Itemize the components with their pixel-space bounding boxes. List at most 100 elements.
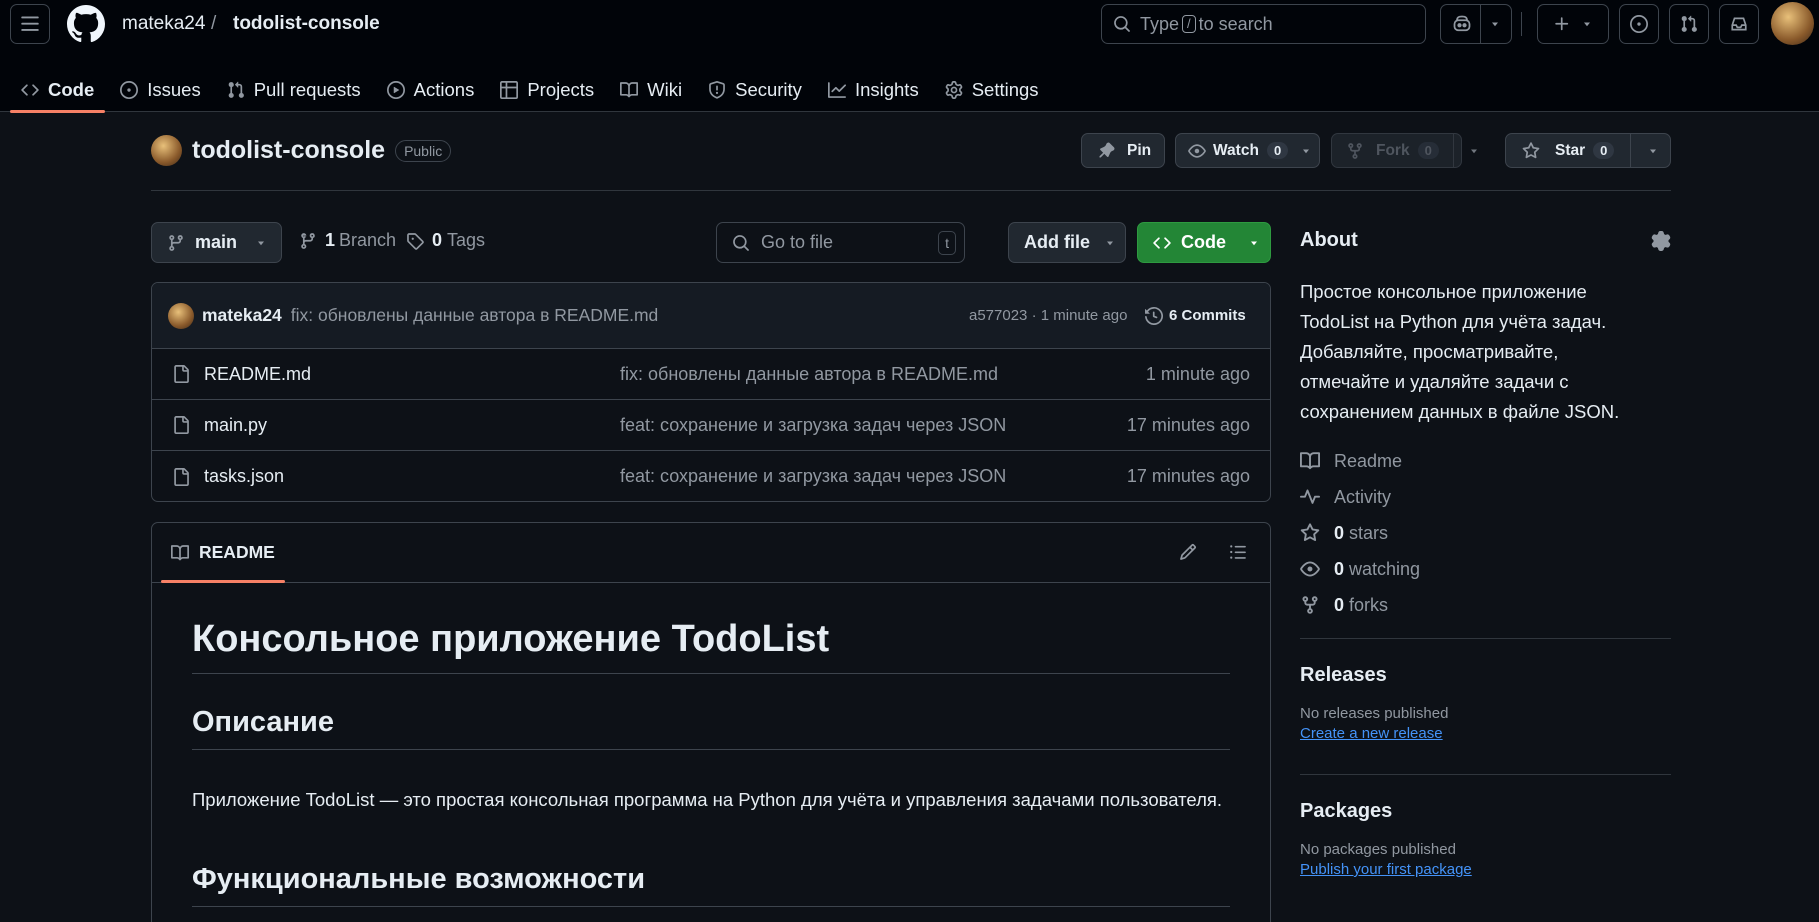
- file-commit-time: 17 minutes ago: [1126, 466, 1250, 486]
- readme-link[interactable]: Readme: [1300, 443, 1672, 479]
- chevron-down-icon: [1107, 241, 1113, 245]
- commit-message[interactable]: fix: обновлены данные автора в README.md: [291, 305, 659, 326]
- branch-count: 1: [325, 230, 336, 250]
- create-release-link[interactable]: Create a new release: [1300, 725, 1672, 742]
- tab-code[interactable]: Code: [10, 67, 106, 113]
- star-label: Star: [1555, 141, 1586, 159]
- inbox-button[interactable]: [1719, 4, 1759, 44]
- fork-count: 0: [1417, 142, 1439, 159]
- watching-link[interactable]: 0 watching: [1300, 551, 1672, 587]
- activity-link-label: Activity: [1334, 486, 1392, 507]
- repo-link[interactable]: todolist-console: [233, 12, 380, 36]
- owner-link[interactable]: mateka24: [122, 12, 205, 36]
- file-name[interactable]: README.md: [204, 364, 311, 385]
- sidebar-divider: [1300, 638, 1671, 639]
- tags-link[interactable]: 0 Tags: [406, 230, 485, 251]
- watch-button[interactable]: Watch 0: [1175, 133, 1320, 168]
- branch-name: main: [195, 232, 238, 252]
- fork-button[interactable]: Fork 0: [1331, 133, 1477, 168]
- pencil-icon: [1180, 544, 1196, 560]
- file-commit-message[interactable]: feat: сохранение и загрузка задач через …: [620, 466, 1006, 487]
- readme-content: Консольное приложение TodoList: [192, 618, 1230, 674]
- github-logo-icon[interactable]: [67, 5, 105, 43]
- file-commit-message[interactable]: feat: сохранение и загрузка задач через …: [620, 415, 1006, 436]
- add-file-label: Add file: [1024, 232, 1090, 252]
- edit-readme-button[interactable]: [1179, 543, 1197, 561]
- repo-header-divider: [151, 190, 1671, 191]
- book-icon: [1300, 452, 1320, 470]
- tab-pull-requests[interactable]: Pull requests: [216, 67, 372, 112]
- forks-link[interactable]: 0 forks: [1300, 587, 1672, 623]
- pin-button[interactable]: Pin: [1081, 133, 1165, 168]
- tab-projects[interactable]: Projects: [489, 67, 605, 112]
- branches-link[interactable]: 1 Branch: [299, 230, 396, 251]
- tab-label: Projects: [527, 78, 595, 100]
- chevron-down-icon: [1303, 149, 1310, 153]
- pin-label: Pin: [1127, 141, 1152, 159]
- commit-author-avatar: [168, 302, 194, 329]
- copilot-icon: [1453, 15, 1470, 32]
- outline-button[interactable]: [1229, 543, 1247, 561]
- releases-title[interactable]: Releases: [1300, 664, 1672, 687]
- history-icon: [1145, 306, 1163, 325]
- code-button[interactable]: Code: [1137, 222, 1271, 263]
- menu-button[interactable]: [10, 4, 50, 44]
- commits-link[interactable]: 6 Commits: [1145, 306, 1246, 325]
- tab-wiki[interactable]: Wiki: [609, 67, 693, 112]
- file-icon: [174, 467, 189, 486]
- visibility-badge: Public: [395, 139, 452, 162]
- forks-count: 0: [1334, 594, 1345, 615]
- commit-hash-time[interactable]: a577023 · 1 minute ago: [969, 307, 1127, 324]
- pulse-icon: [1300, 489, 1320, 504]
- table-icon: [500, 80, 519, 99]
- publish-package-link[interactable]: Publish your first package: [1300, 861, 1672, 878]
- play-icon: [386, 80, 405, 99]
- search-suffix: to search: [1198, 13, 1273, 34]
- tab-security[interactable]: Security: [697, 67, 813, 112]
- stars-link[interactable]: 0 stars: [1300, 515, 1672, 551]
- file-row[interactable]: README.md fix: обновлены данные автора в…: [152, 349, 1270, 400]
- activity-link[interactable]: Activity: [1300, 479, 1672, 515]
- hamburger-icon: [21, 16, 39, 31]
- readme-link-label: Readme: [1334, 450, 1403, 471]
- go-to-file-input[interactable]: Go to file t: [716, 222, 965, 263]
- tag-count: 0: [432, 230, 443, 250]
- issue-icon: [1630, 15, 1648, 33]
- packages-title[interactable]: Packages: [1300, 800, 1672, 823]
- star-button[interactable]: Star 0: [1505, 133, 1671, 168]
- file-commit-message[interactable]: fix: обновлены данные автора в README.md: [620, 364, 998, 385]
- search-prefix: Type: [1140, 13, 1180, 34]
- pull-request-icon: [1681, 15, 1697, 32]
- code-icon: [21, 83, 39, 96]
- branch-icon: [169, 234, 183, 251]
- file-row[interactable]: main.py feat: сохранение и загрузка зада…: [152, 400, 1270, 451]
- gear-icon[interactable]: [1651, 231, 1671, 251]
- breadcrumb-separator: /: [211, 13, 217, 34]
- file-row[interactable]: tasks.json feat: сохранение и загрузка з…: [152, 451, 1270, 501]
- file-name[interactable]: tasks.json: [204, 466, 284, 487]
- releases-section: Releases No releases published Create a …: [1300, 664, 1672, 742]
- code-button-label: Code: [1181, 232, 1226, 252]
- tab-issues[interactable]: Issues: [109, 67, 211, 112]
- tab-insights[interactable]: Insights: [817, 67, 930, 112]
- eye-icon: [1188, 143, 1206, 158]
- branch-selector[interactable]: main: [151, 222, 282, 263]
- search-input[interactable]: Type / to search: [1101, 4, 1426, 44]
- about-section: About: [1300, 229, 1672, 252]
- tab-label: Settings: [971, 78, 1039, 100]
- tab-actions[interactable]: Actions: [376, 67, 486, 112]
- commit-author[interactable]: mateka24: [202, 305, 282, 326]
- tab-readme[interactable]: README: [161, 523, 285, 583]
- file-name[interactable]: main.py: [204, 415, 267, 436]
- tab-settings[interactable]: Settings: [934, 67, 1050, 112]
- user-avatar[interactable]: [1771, 2, 1814, 45]
- issues-button[interactable]: [1619, 4, 1659, 44]
- watching-label: watching: [1349, 558, 1421, 579]
- add-file-button[interactable]: Add file: [1008, 222, 1126, 263]
- chevron-down-icon: [1251, 241, 1257, 245]
- repo-name[interactable]: todolist-console: [192, 136, 385, 165]
- copilot-button[interactable]: [1440, 4, 1512, 44]
- chevron-down-icon: [1650, 149, 1656, 154]
- create-new-button[interactable]: [1537, 4, 1609, 44]
- pull-requests-button[interactable]: [1669, 4, 1709, 44]
